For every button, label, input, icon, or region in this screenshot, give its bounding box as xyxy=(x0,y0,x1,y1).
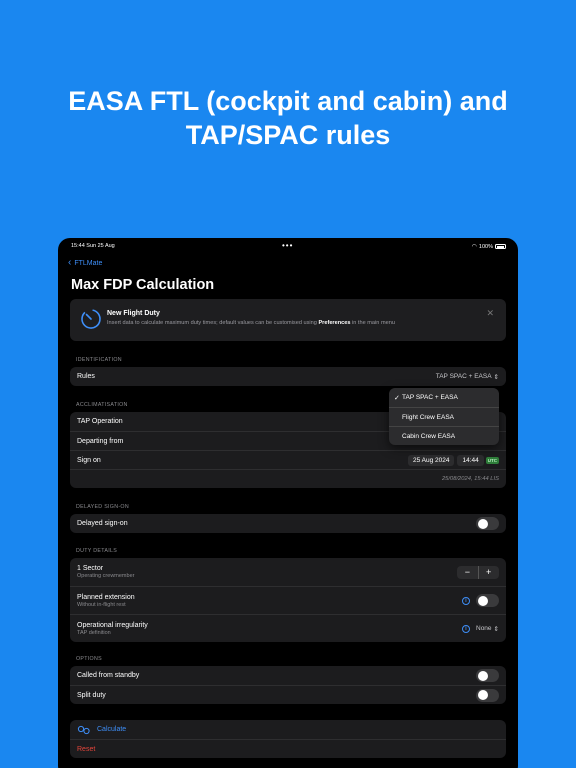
info-title: New Flight Duty xyxy=(107,310,160,317)
headline-line-2: TAP/SPAC rules xyxy=(185,120,391,150)
sign-on-date-picker[interactable]: 25 Aug 2024 xyxy=(407,454,455,466)
rules-label: Rules xyxy=(77,373,95,380)
options-group: Called from standby Split duty xyxy=(70,666,506,704)
sector-stepper[interactable]: − + xyxy=(457,565,499,579)
identification-group: Rules TAP SPAC + EASA ⇕ xyxy=(70,367,506,386)
section-label-delayed: DELAYED SIGN-ON xyxy=(76,504,129,510)
sign-on-time-picker[interactable]: 14:44 xyxy=(457,454,484,466)
close-icon[interactable]: ✕ xyxy=(486,308,494,319)
op-irregularity-picker[interactable]: None ⇕ xyxy=(476,625,499,633)
dropdown-item-flight-crew-easa[interactable]: Flight Crew EASA xyxy=(389,407,499,426)
duty-group: 1 Sector Operating crewmember − + Planned… xyxy=(70,558,506,642)
local-time-row: 25/08/2024, 15:44 LIS xyxy=(70,469,506,488)
headline-line-1: EASA FTL (cockpit and cabin) and xyxy=(68,86,508,116)
delayed-sign-on-row: Delayed sign-on xyxy=(70,514,506,533)
delayed-sign-on-label: Delayed sign-on xyxy=(77,520,128,527)
section-label-identification: IDENTIFICATION xyxy=(76,357,122,363)
timer-icon xyxy=(81,309,101,329)
called-from-standby-label: Called from standby xyxy=(77,672,140,679)
ipad-screen: 15:44 Sun 25 Aug ••• ◠ 100% ‹ FTLMate Ma… xyxy=(58,238,518,768)
called-from-standby-row: Called from standby xyxy=(70,666,506,685)
op-irregularity-sublabel: TAP definition xyxy=(77,629,111,636)
rules-dropdown-menu: ✓ TAP SPAC + EASA Flight Crew EASA Cabin… xyxy=(389,388,499,445)
calculate-icon xyxy=(77,725,90,734)
sectors-row: 1 Sector Operating crewmember − + xyxy=(70,558,506,586)
chevron-up-down-icon: ⇕ xyxy=(493,373,499,381)
battery-icon xyxy=(495,244,506,249)
split-duty-label: Split duty xyxy=(77,691,106,699)
status-bar: 15:44 Sun 25 Aug ••• ◠ 100% xyxy=(58,241,518,253)
dropdown-item-cabin-crew-easa[interactable]: Cabin Crew EASA xyxy=(389,426,499,445)
back-button[interactable]: ‹ FTLMate xyxy=(68,257,103,268)
info-icon[interactable]: i xyxy=(462,624,470,633)
rules-row[interactable]: Rules TAP SPAC + EASA ⇕ xyxy=(70,367,506,386)
reset-button[interactable]: Reset xyxy=(70,739,506,758)
called-from-standby-toggle[interactable] xyxy=(476,669,499,682)
section-label-duty: DUTY DETAILS xyxy=(76,548,118,554)
planned-extension-label: Planned extension xyxy=(77,593,135,601)
multitasking-dots-icon[interactable]: ••• xyxy=(282,241,293,250)
actions-group: Calculate Reset xyxy=(70,720,506,758)
chevron-up-down-icon: ⇕ xyxy=(493,625,499,633)
info-card: New Flight Duty Insert data to calculate… xyxy=(70,299,506,341)
rules-picker[interactable]: TAP SPAC + EASA ⇕ xyxy=(436,373,499,381)
sectors-label: 1 Sector xyxy=(77,565,104,572)
utc-badge[interactable]: UTC xyxy=(485,456,499,464)
planned-extension-toggle[interactable] xyxy=(476,594,499,607)
section-label-acclimatisation: ACCLIMATISATION xyxy=(76,402,128,408)
planned-extension-sublabel: Without in-flight rest xyxy=(77,601,126,608)
dropdown-item-tap-spac-easa[interactable]: ✓ TAP SPAC + EASA xyxy=(389,388,499,407)
op-irregularity-row: Operational irregularity TAP definition i… xyxy=(70,614,506,642)
chevron-left-icon: ‹ xyxy=(68,257,72,268)
op-irregularity-label: Operational irregularity xyxy=(77,621,148,629)
sectors-sublabel: Operating crewmember xyxy=(77,573,135,579)
sign-on-row: Sign on 25 Aug 2024 14:44 UTC xyxy=(70,450,506,469)
status-time: 15:44 Sun 25 Aug xyxy=(71,243,115,249)
reset-label: Reset xyxy=(77,745,96,753)
delayed-sign-on-toggle[interactable] xyxy=(476,517,499,530)
info-icon[interactable]: i xyxy=(462,596,470,605)
local-time-text: 25/08/2024, 15:44 LIS xyxy=(441,476,499,482)
decrement-button[interactable]: − xyxy=(457,566,478,579)
split-duty-row: Split duty xyxy=(70,685,506,704)
planned-extension-row: Planned extension Without in-flight rest … xyxy=(70,586,506,614)
delayed-group: Delayed sign-on xyxy=(70,514,506,533)
page-title: Max FDP Calculation xyxy=(71,277,215,293)
section-label-options: OPTIONS xyxy=(76,656,102,662)
wifi-icon: ◠ xyxy=(471,244,477,250)
calculate-button[interactable]: Calculate xyxy=(70,720,506,739)
checkmark-icon: ✓ xyxy=(394,394,400,402)
split-duty-toggle[interactable] xyxy=(476,688,499,702)
info-subtitle: Insert data to calculate maximum duty ti… xyxy=(107,320,395,326)
promo-headline: EASA FTL (cockpit and cabin) and TAP/SPA… xyxy=(0,84,576,152)
calculate-label: Calculate xyxy=(97,726,127,733)
battery-percent: 100% xyxy=(478,243,493,250)
sign-on-label: Sign on xyxy=(77,456,101,464)
back-label: FTLMate xyxy=(74,259,103,267)
increment-button[interactable]: + xyxy=(478,566,499,579)
